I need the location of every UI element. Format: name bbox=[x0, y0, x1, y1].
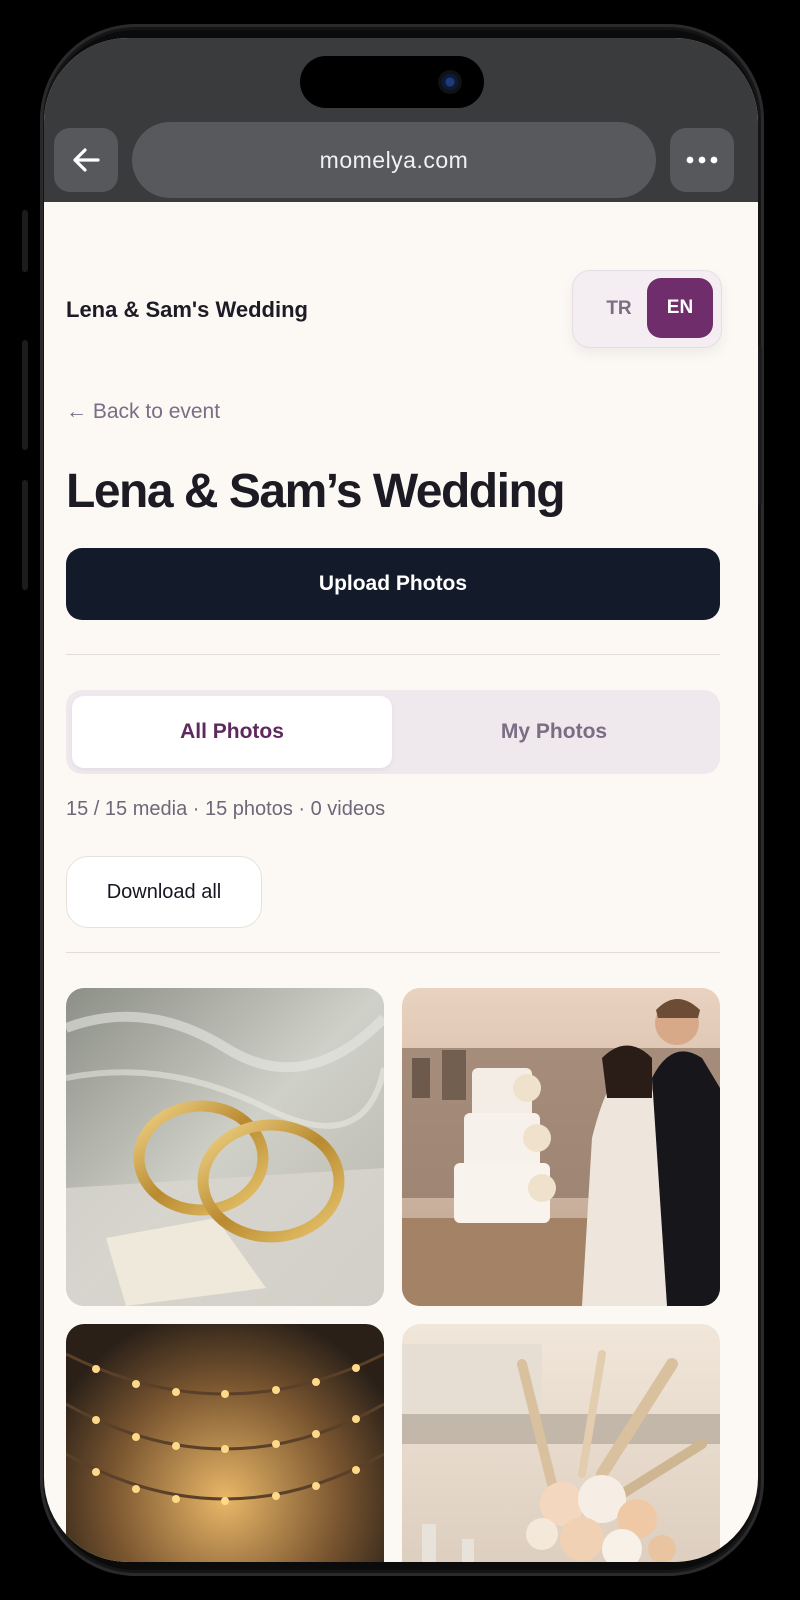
address-bar[interactable]: momelya.com bbox=[132, 122, 656, 198]
photo-thumbnail-lights[interactable] bbox=[66, 1324, 384, 1562]
photo-thumbnail-cake[interactable] bbox=[402, 988, 720, 1306]
phone-volume-up bbox=[22, 340, 28, 450]
cake-image bbox=[402, 988, 720, 1306]
language-switcher: TR EN bbox=[572, 270, 722, 348]
front-camera-icon bbox=[438, 70, 462, 94]
browser-toolbar: momelya.com bbox=[44, 38, 758, 202]
page-title: Lena & Sam’s Wedding bbox=[66, 465, 566, 518]
upload-photos-button[interactable]: Upload Photos bbox=[66, 548, 720, 620]
tab-my-photos[interactable]: My Photos bbox=[394, 696, 714, 768]
photo-thumbnail-flowers[interactable] bbox=[402, 1324, 720, 1562]
rings-image bbox=[66, 988, 384, 1306]
lang-option-en[interactable]: EN bbox=[647, 278, 713, 338]
tab-all-photos[interactable]: All Photos bbox=[72, 696, 392, 768]
photo-tabs: All Photos My Photos bbox=[66, 690, 720, 774]
lang-option-tr[interactable]: TR bbox=[587, 280, 651, 338]
dynamic-island bbox=[300, 56, 484, 108]
phone-volume-down bbox=[22, 480, 28, 590]
divider bbox=[66, 654, 720, 655]
flowers-image bbox=[402, 1324, 720, 1562]
photo-thumbnail-rings[interactable] bbox=[66, 988, 384, 1306]
arrow-left-icon bbox=[73, 148, 100, 172]
more-horizontal-icon bbox=[686, 156, 718, 164]
browser-menu-button[interactable] bbox=[670, 128, 734, 192]
browser-back-button[interactable] bbox=[54, 128, 118, 192]
phone-screen: momelya.com Lena & Sam's Wedding TR EN ←… bbox=[44, 38, 758, 1562]
back-to-event-link[interactable]: ← Back to event bbox=[66, 400, 220, 424]
phone-side-button bbox=[22, 210, 28, 272]
url-text: momelya.com bbox=[319, 146, 469, 173]
lights-image bbox=[66, 1324, 384, 1562]
divider bbox=[66, 952, 720, 953]
site-title: Lena & Sam's Wedding bbox=[66, 297, 308, 322]
media-count: 15 / 15 media · 15 photos · 0 videos bbox=[66, 798, 386, 820]
download-all-button[interactable]: Download all bbox=[66, 856, 262, 928]
